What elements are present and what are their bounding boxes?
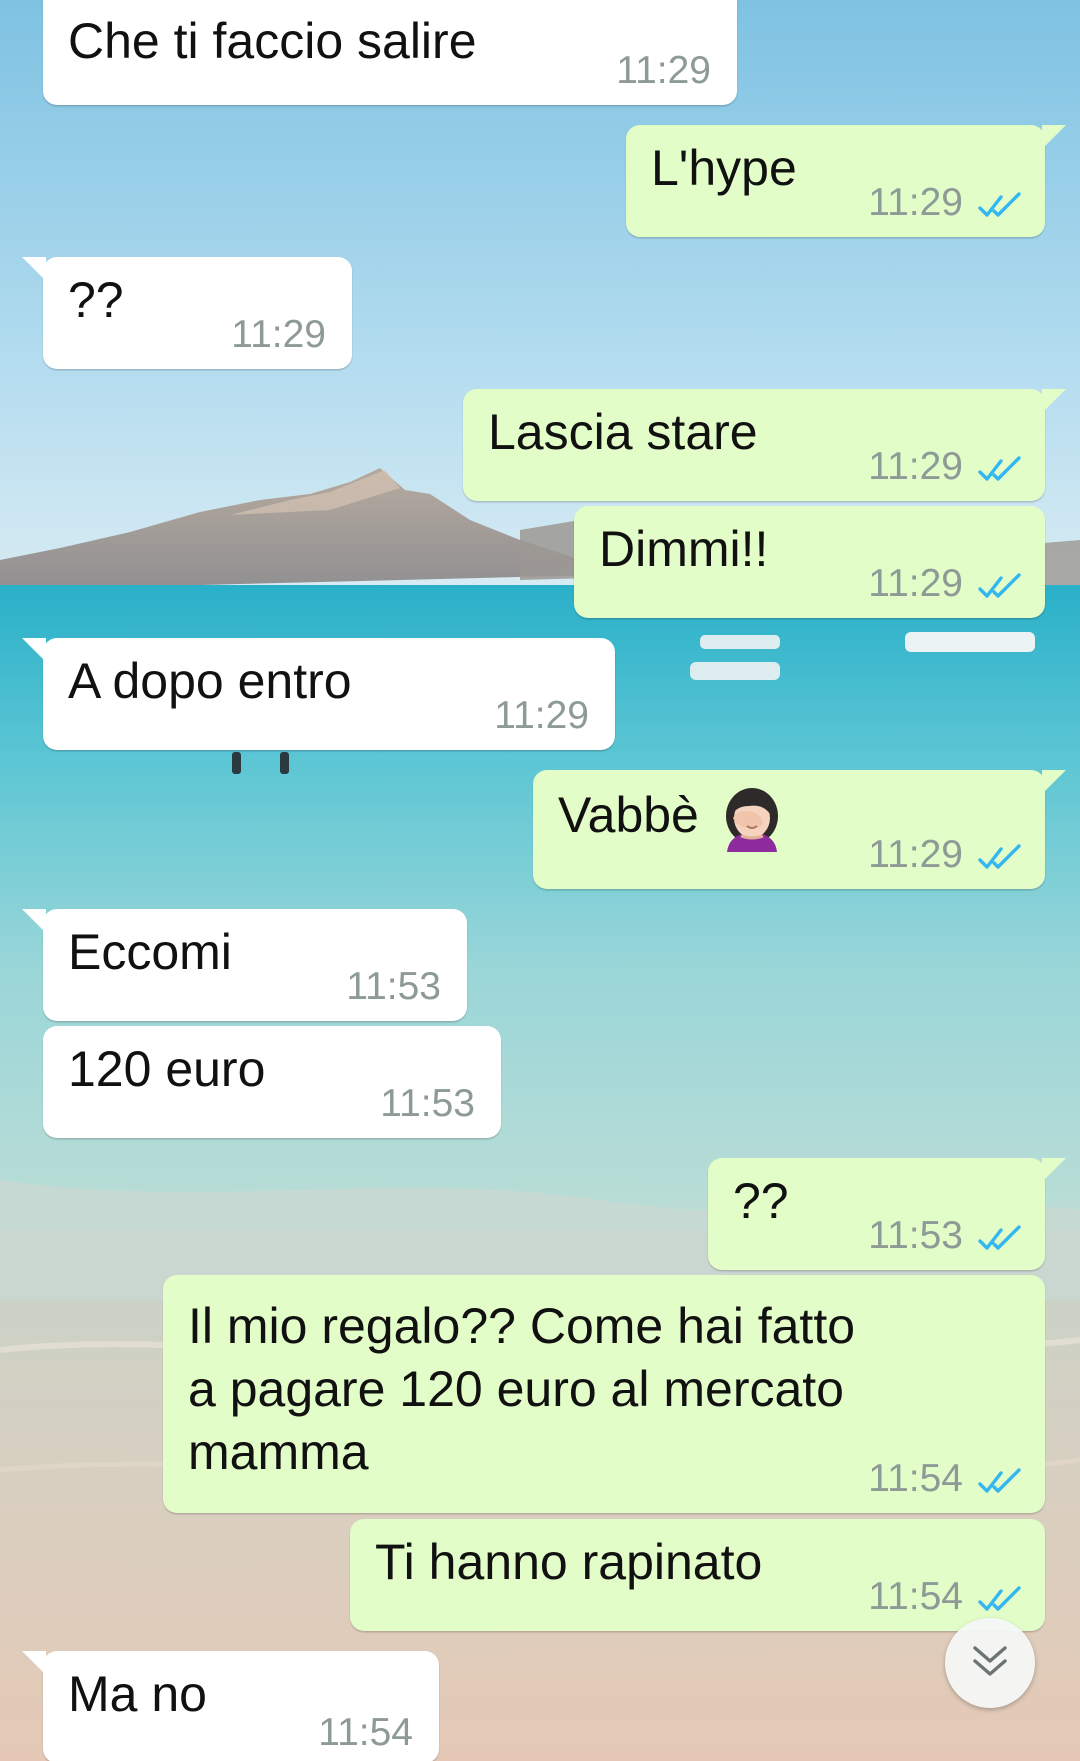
message-time: 11:53 — [868, 1214, 963, 1257]
outgoing-message[interactable]: Vabbè 11:29 — [533, 770, 1066, 889]
message-text: 120 euro — [68, 1041, 266, 1097]
scroll-to-bottom-button[interactable] — [945, 1618, 1035, 1708]
message-text: Lascia stare — [488, 404, 758, 460]
message-text: Che ti faccio salire — [68, 13, 477, 69]
message-time: 11:29 — [231, 313, 326, 356]
message-time: 11:54 — [318, 1711, 413, 1754]
message-text: ?? — [68, 272, 124, 328]
incoming-message[interactable]: Che ti faccio salire 11:29 — [43, 0, 737, 105]
double-check-icon — [978, 456, 1021, 481]
incoming-message[interactable]: A dopo entro 11:29 — [22, 638, 615, 750]
message-text: Il mio regalo?? Come hai fatto a pagare … — [188, 1298, 856, 1480]
message-time: 11:29 — [868, 181, 963, 224]
double-check-icon — [978, 1468, 1021, 1493]
message-text: Ti hanno rapinato — [375, 1534, 763, 1590]
message-time: 11:54 — [868, 1457, 963, 1500]
incoming-message[interactable]: 120 euro 11:53 — [43, 1026, 501, 1138]
outgoing-message[interactable]: Dimmi!! 11:29 — [574, 506, 1045, 618]
message-time: 11:29 — [868, 562, 963, 605]
message-time: 11:53 — [346, 965, 441, 1008]
message-time: 11:29 — [868, 833, 963, 876]
message-time: 11:53 — [380, 1082, 475, 1125]
message-text: Ma no — [68, 1666, 207, 1722]
outgoing-message[interactable]: Ti hanno rapinato 11:54 — [350, 1519, 1045, 1631]
incoming-message[interactable]: Eccomi 11:53 — [22, 909, 467, 1021]
woman-facepalming-emoji-icon — [725, 788, 778, 852]
message-time: 11:29 — [616, 49, 711, 92]
outgoing-message[interactable]: ?? 11:53 — [708, 1158, 1066, 1270]
double-check-icon — [978, 1225, 1021, 1250]
double-check-icon — [978, 844, 1021, 869]
double-check-icon — [978, 573, 1021, 598]
message-text: ?? — [733, 1173, 789, 1229]
message-text: L'hype — [651, 140, 797, 196]
double-check-icon — [978, 192, 1021, 217]
incoming-message[interactable]: ?? 11:29 — [22, 257, 352, 369]
message-text: A dopo entro — [68, 653, 352, 709]
double-check-icon — [978, 1586, 1021, 1611]
message-time: 11:54 — [868, 1575, 963, 1618]
message-time: 11:29 — [868, 445, 963, 488]
incoming-message[interactable]: Ma no 11:54 — [22, 1651, 439, 1761]
outgoing-message[interactable]: Il mio regalo?? Come hai fatto a pagare … — [163, 1275, 1045, 1513]
message-text-body: Vabbè — [558, 787, 699, 844]
message-text: Vabbè — [558, 784, 787, 854]
outgoing-message[interactable]: L'hype 11:29 — [626, 125, 1066, 237]
message-text: Eccomi — [68, 924, 232, 980]
outgoing-message[interactable]: Lascia stare 11:29 — [463, 389, 1066, 501]
chevron-double-down-icon — [973, 1646, 1007, 1676]
message-time: 11:29 — [494, 694, 589, 737]
message-text: Dimmi!! — [599, 521, 769, 577]
